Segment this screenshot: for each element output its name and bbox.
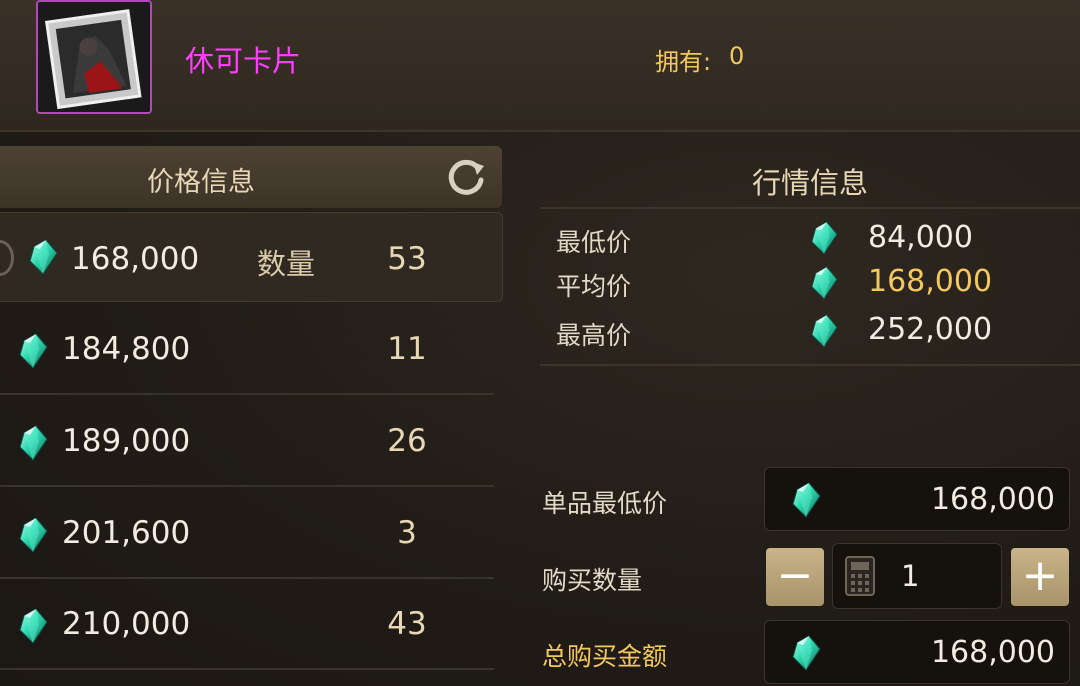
price-info-header: 价格信息 [0,146,502,208]
purchase-qty-input[interactable]: 1 [832,543,1002,609]
gem-icon [28,239,58,275]
listing-row[interactable]: 210,000 43 [0,578,494,670]
total-amount-value: 168,000 [930,635,1055,670]
qty-label: 数量 [257,247,316,281]
price-info-title: 价格信息 [147,167,255,198]
gem-icon [791,482,821,518]
item-header: 休可卡片 拥有: 0 [0,0,1080,132]
gem-icon [791,635,821,671]
listing-row[interactable]: 184,800 11 [0,303,494,395]
item-name: 休可卡片 [185,44,302,78]
gem-icon [810,220,838,256]
divider [540,207,1080,209]
unit-min-price-field: 168,000 [764,467,1070,531]
listing-price: 189,000 [62,423,191,459]
gem-icon [18,333,48,369]
decrease-qty-button[interactable]: − [766,548,824,606]
gem-icon [18,425,48,461]
highest-price-value: 252,000 [868,312,993,347]
listing-row[interactable]: 201,600 3 [0,487,494,579]
purchase-qty-label: 购买数量 [542,566,643,595]
market-info-title: 行情信息 [751,166,868,200]
divider [540,364,1080,366]
listing-price: 184,800 [62,331,191,367]
calculator-icon[interactable] [845,556,875,596]
total-amount-field: 168,000 [764,620,1070,684]
listing-qty: 3 [397,515,417,551]
gem-icon [18,517,48,553]
lowest-price-label: 最低价 [556,228,632,257]
listing-qty: 11 [387,331,427,367]
listing-row[interactable]: 168,000 数量 53 [0,212,503,302]
listing-row[interactable]: 189,000 26 [0,395,494,487]
gem-icon [810,265,838,301]
card-icon[interactable] [36,0,152,114]
unit-min-price-value: 168,000 [930,482,1055,517]
listing-price: 201,600 [62,515,191,551]
unit-min-price-label: 单品最低价 [542,489,668,518]
highest-price-label: 最高价 [556,321,632,350]
gem-icon [18,608,48,644]
lowest-price-value: 84,000 [868,220,973,255]
average-price-label: 平均价 [556,272,632,301]
listing-price: 168,000 [71,241,200,277]
listing-price: 210,000 [62,606,191,642]
purchase-qty-value: 1 [901,559,920,593]
owned-label: 拥有: [655,48,712,76]
listing-qty: 53 [387,241,427,277]
total-amount-label: 总购买金额 [542,642,668,671]
listing-qty: 26 [387,423,427,459]
average-price-value: 168,000 [868,264,993,299]
listing-qty: 43 [387,606,427,642]
increase-qty-button[interactable]: + [1011,548,1069,606]
owned-count: 0 [729,42,745,70]
radio-icon[interactable] [0,240,14,276]
gem-icon [810,313,838,349]
refresh-icon[interactable] [446,156,488,198]
